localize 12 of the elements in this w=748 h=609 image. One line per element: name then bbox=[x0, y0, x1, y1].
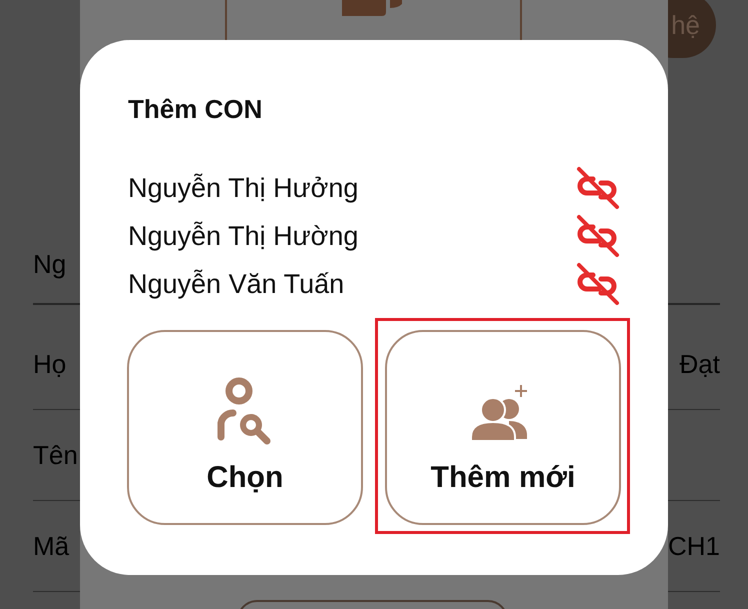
field-value: Đạt bbox=[680, 348, 720, 380]
field-value: CH1 bbox=[668, 530, 720, 562]
option-button[interactable]: Chọn bbox=[127, 330, 363, 525]
field-label: Ng bbox=[33, 248, 66, 280]
dialog-title: Thêm CON bbox=[127, 93, 264, 126]
field-label: Tên bbox=[33, 440, 78, 470]
member-name: Nguyễn Văn Tuấn bbox=[128, 268, 344, 300]
field-label: Họ bbox=[33, 348, 66, 380]
member-name: Nguyễn Thị Hường bbox=[128, 220, 358, 252]
option-button[interactable]: Thêm mới bbox=[385, 330, 621, 525]
member-name: Nguyễn Thị Hưởng bbox=[128, 172, 358, 204]
field-label: Mã bbox=[33, 530, 70, 562]
